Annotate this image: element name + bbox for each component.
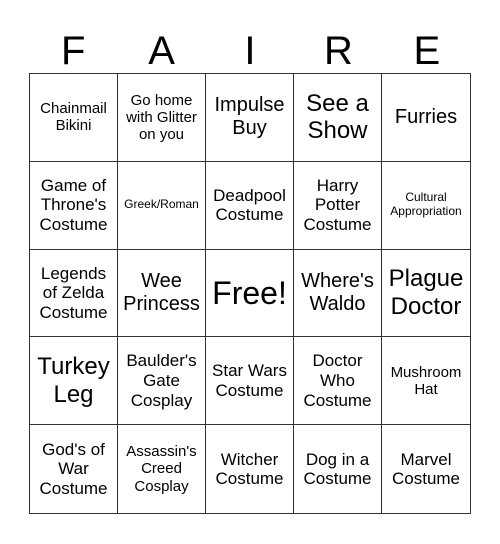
bingo-cell-label: Star Wars Costume <box>212 361 287 400</box>
bingo-cell[interactable]: Cultural Appropriation <box>382 162 470 250</box>
bingo-cell[interactable]: God's of War Costume <box>30 425 118 513</box>
bingo-cell-label: Where's Waldo <box>301 269 374 315</box>
bingo-cell[interactable]: Game of Throne's Costume <box>30 161 118 250</box>
bingo-cell[interactable]: Where's Waldo <box>294 249 382 338</box>
bingo-cell-label: Witcher Costume <box>215 449 284 489</box>
bingo-cell-label: Legends of Zelda Costume <box>39 263 108 322</box>
bingo-cell-label: Deadpool Costume <box>213 185 286 225</box>
bingo-cell-label: Cultural Appropriation <box>390 190 462 219</box>
bingo-cell[interactable]: Impulse Buy <box>206 74 294 162</box>
bingo-cell-label: Assassin's Creed Cosplay <box>126 443 197 495</box>
bingo-cell-label: Impulse Buy <box>214 94 285 140</box>
bingo-cell[interactable]: Legends of Zelda Costume <box>30 249 118 338</box>
bingo-cell[interactable]: Assassin's Creed Cosplay <box>118 425 206 513</box>
bingo-cell-free-space[interactable]: Free! <box>206 249 294 338</box>
bingo-cell[interactable]: Baulder's Gate Cosplay <box>118 337 206 426</box>
bingo-cell[interactable]: Wee Princess <box>118 249 206 338</box>
bingo-cell-label: Baulder's Gate Cosplay <box>126 351 197 410</box>
bingo-header: F A I R E <box>29 30 471 72</box>
header-letter-i: I <box>244 29 256 73</box>
bingo-cell[interactable]: Plague Doctor <box>382 250 470 338</box>
bingo-cell[interactable]: Marvel Costume <box>382 425 470 513</box>
bingo-cell-label: Harry Potter Costume <box>303 175 372 234</box>
bingo-cell-label: Wee Princess <box>123 269 200 315</box>
bingo-cell[interactable]: Turkey Leg <box>30 337 118 426</box>
bingo-cell-label: Mushroom Hat <box>390 363 462 398</box>
bingo-cell-label: Dog in a Costume <box>303 449 372 489</box>
bingo-cell[interactable]: Chainmail Bikini <box>30 74 118 162</box>
bingo-cell-label: Furries <box>394 105 458 128</box>
bingo-cell-label: Greek/Roman <box>124 197 199 212</box>
header-letter-a: A <box>148 29 175 73</box>
bingo-cell-label: Game of Throne's Costume <box>39 175 108 234</box>
bingo-cell-label: Free! <box>212 274 287 311</box>
bingo-cell-label: Chainmail Bikini <box>40 100 107 135</box>
bingo-cell[interactable]: Doctor Who Costume <box>294 337 382 426</box>
header-letter-e: E <box>413 29 441 73</box>
bingo-cell-label: See a Show <box>306 89 369 145</box>
bingo-cell-label: God's of War Costume <box>39 439 108 498</box>
bingo-cell-label: Marvel Costume <box>391 449 461 489</box>
bingo-cell[interactable]: Go home with Glitter on you <box>118 74 206 162</box>
header-letter-r: R <box>323 29 353 73</box>
bingo-cell[interactable]: Greek/Roman <box>118 161 206 250</box>
bingo-cell-label: Go home with Glitter on you <box>126 91 197 144</box>
bingo-cell-label: Turkey Leg <box>37 353 110 408</box>
bingo-cell[interactable]: See a Show <box>294 74 382 162</box>
bingo-cell[interactable]: Star Wars Costume <box>206 337 294 426</box>
bingo-cell[interactable]: Harry Potter Costume <box>294 161 382 250</box>
bingo-cell[interactable]: Dog in a Costume <box>294 425 382 513</box>
bingo-cell-label: Plague Doctor <box>388 265 464 320</box>
bingo-cell-label: Doctor Who Costume <box>303 351 372 410</box>
bingo-cell[interactable]: Furries <box>382 74 470 162</box>
bingo-cell[interactable]: Witcher Costume <box>206 425 294 513</box>
bingo-card-grid: Chainmail Bikini Go home with Glitter on … <box>29 73 471 514</box>
bingo-cell[interactable]: Mushroom Hat <box>382 337 470 426</box>
bingo-cell[interactable]: Deadpool Costume <box>206 161 294 250</box>
header-letter-f: F <box>60 29 86 73</box>
